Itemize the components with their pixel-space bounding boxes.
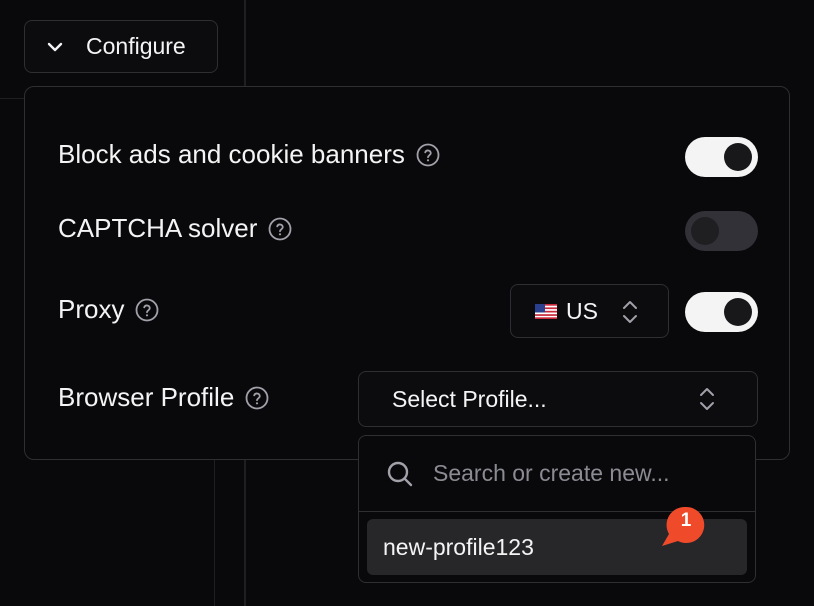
chevron-up-down-icon — [697, 386, 717, 412]
profile-search-row — [359, 436, 755, 512]
us-flag-icon — [535, 303, 557, 319]
browser-profile-label: Browser Profile — [58, 382, 235, 412]
help-circle-icon[interactable] — [268, 217, 292, 241]
profile-search-input[interactable] — [431, 454, 735, 493]
proxy-country-select[interactable]: US — [510, 284, 669, 338]
chevron-up-down-icon — [620, 299, 640, 325]
configure-panel: Block ads and cookie banners CAPTCHA sol… — [24, 86, 790, 460]
search-icon — [385, 459, 415, 489]
proxy-toggle[interactable] — [685, 292, 758, 332]
background-divider — [0, 98, 24, 99]
background-divider — [214, 460, 215, 606]
profile-option-label: new-profile123 — [383, 533, 534, 560]
configure-label: Configure — [86, 33, 186, 59]
help-circle-icon[interactable] — [416, 143, 440, 167]
notification-count: 1 — [680, 510, 692, 531]
browser-profile-value: Select Profile... — [392, 385, 547, 412]
toggle-knob — [724, 143, 752, 171]
proxy-country-value: US — [566, 297, 598, 324]
help-circle-icon[interactable] — [135, 298, 159, 322]
captcha-label: CAPTCHA solver — [58, 213, 258, 243]
app-canvas: Configure Block ads and cookie banners C… — [0, 0, 814, 606]
block-ads-label: Block ads and cookie banners — [58, 139, 405, 169]
chevron-down-icon — [45, 37, 65, 57]
proxy-label: Proxy — [58, 294, 125, 324]
block-ads-row: Block ads and cookie banners — [58, 139, 440, 170]
browser-profile-select[interactable]: Select Profile... — [358, 371, 758, 427]
captcha-toggle[interactable] — [685, 211, 758, 251]
toggle-knob — [691, 217, 719, 245]
proxy-row: Proxy — [58, 294, 159, 325]
toggle-knob — [724, 298, 752, 326]
captcha-row: CAPTCHA solver — [58, 213, 292, 244]
help-circle-icon[interactable] — [245, 386, 269, 410]
notification-badge[interactable]: 1 — [660, 505, 708, 551]
block-ads-toggle[interactable] — [685, 137, 758, 177]
configure-button[interactable]: Configure — [24, 20, 218, 73]
browser-profile-row: Browser Profile — [58, 382, 269, 413]
